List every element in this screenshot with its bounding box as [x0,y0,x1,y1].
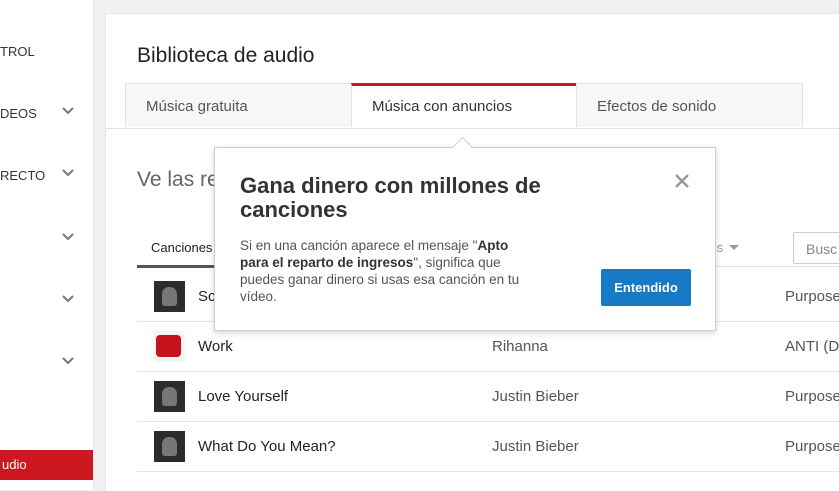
got-it-button[interactable]: Entendido [601,269,691,306]
chevron-down-icon[interactable] [61,354,75,368]
monetization-tooltip: Gana dinero con millones de canciones Si… [214,136,716,331]
album-art [154,281,185,312]
song-artist: Justin Bieber [492,388,579,405]
chevron-down-icon[interactable] [61,230,75,244]
page-title: Biblioteca de audio [137,44,315,67]
song-row[interactable]: Love Yourself Justin Bieber Purpose [137,372,839,422]
song-album: Purpose [785,288,839,305]
song-artist: Rihanna [492,338,548,355]
song-album: ANTI (D [785,338,839,355]
sidebar-item-label: DEOS [0,106,37,121]
sidebar-item-directo[interactable]: RECTO [0,160,93,190]
sidebar-item-control[interactable]: TROL [0,36,93,66]
sidebar-item-label: udio [2,457,27,472]
sidebar-item-label: RECTO [0,168,46,183]
chevron-down-icon[interactable] [61,166,75,180]
tooltip-body: Si en una canción aparece el mensaje "Ap… [240,237,540,305]
song-title: Work [198,338,233,355]
sidebar-item-label: TROL [0,44,35,59]
song-title: Sc [198,288,216,305]
sidebar-item-collapsed[interactable] [0,224,93,254]
tooltip-title: Gana dinero con millones de canciones [240,173,541,222]
sidebar-item-collapsed[interactable] [0,286,93,316]
sidebar-item-audio-library[interactable]: udio [0,450,93,480]
song-album: Purpose [785,388,839,405]
sidebar-item-collapsed[interactable] [0,348,93,378]
search-input[interactable]: Busc [793,232,839,264]
song-row[interactable]: What Do You Mean? Justin Bieber Purpose [137,422,839,472]
tab-ad-supported-music[interactable]: Música con anuncios [351,83,577,127]
song-title: Love Yourself [198,388,289,405]
intro-text: Ve las re [137,168,219,191]
song-artist: Justin Bieber [492,438,579,455]
song-album: Purpose [785,438,839,455]
sidebar: TROL DEOS RECTO udio [0,0,94,490]
album-art [154,381,185,412]
subtab-active-indicator [137,265,217,268]
chevron-down-icon[interactable] [61,292,75,306]
tooltip-body-text: Si en una canción aparece el mensaje " [240,238,478,253]
song-title: What Do You Mean? [198,438,336,455]
tab-free-music[interactable]: Música gratuita [125,83,352,127]
caret-down-icon [729,245,740,250]
tab-sound-effects[interactable]: Efectos de sonido [576,83,803,127]
subtab-songs[interactable]: Canciones [151,240,212,255]
close-icon[interactable] [673,172,691,190]
chevron-down-icon[interactable] [61,104,75,118]
album-art [154,331,185,362]
album-art [154,431,185,462]
tab-divider [106,128,839,129]
sidebar-item-videos[interactable]: DEOS [0,98,93,128]
